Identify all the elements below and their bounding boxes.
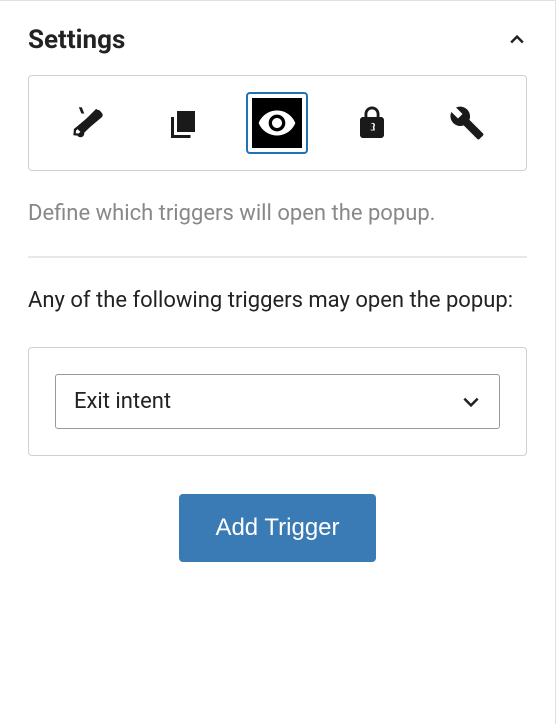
divider <box>28 256 527 258</box>
lock-icon <box>354 105 390 141</box>
trigger-select-value: Exit intent <box>74 389 171 414</box>
triggers-label: Any of the following triggers may open t… <box>28 284 527 317</box>
panel-header[interactable]: Settings <box>28 1 527 75</box>
trigger-container: Exit intent <box>28 347 527 456</box>
tab-access[interactable] <box>341 92 403 154</box>
panel-title: Settings <box>28 25 125 55</box>
settings-tabs <box>28 75 527 171</box>
brush-icon <box>70 105 106 141</box>
panel-description: Define which triggers will open the popu… <box>28 197 527 230</box>
add-trigger-button[interactable]: Add Trigger <box>179 494 375 562</box>
chevron-up-icon <box>507 30 527 50</box>
trigger-select[interactable]: Exit intent <box>55 374 500 429</box>
layers-icon <box>165 105 201 141</box>
tab-triggers[interactable] <box>246 92 308 154</box>
settings-panel: Settings <box>0 1 555 562</box>
button-row: Add Trigger <box>28 494 527 562</box>
tab-advanced[interactable] <box>436 92 498 154</box>
wrench-icon <box>449 105 485 141</box>
tab-appearance[interactable] <box>57 92 119 154</box>
chevron-down-icon <box>461 395 481 409</box>
tab-layers[interactable] <box>152 92 214 154</box>
eye-icon <box>257 103 297 143</box>
